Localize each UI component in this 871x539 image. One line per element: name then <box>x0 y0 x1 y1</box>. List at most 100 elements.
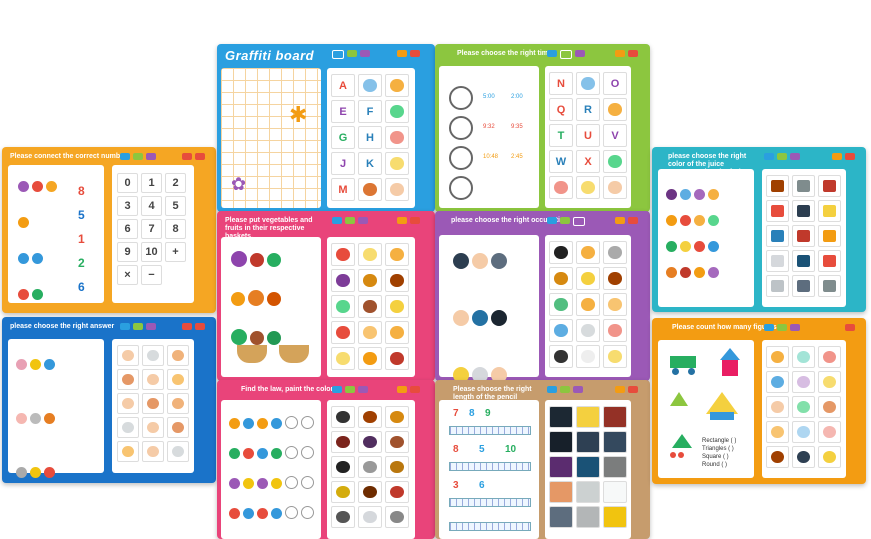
vehicle-tile[interactable] <box>792 250 815 272</box>
vehicle-tile[interactable] <box>818 250 841 272</box>
person-tile[interactable] <box>167 393 189 414</box>
instrument-tile[interactable] <box>331 481 355 503</box>
instrument-tile[interactable] <box>358 406 382 428</box>
letter-tile[interactable] <box>603 150 627 173</box>
scene-tile[interactable] <box>603 456 627 478</box>
letter-tile[interactable]: N <box>549 72 573 95</box>
toy-tile[interactable] <box>792 421 815 443</box>
toy-tile[interactable] <box>818 396 841 418</box>
letter-tile[interactable]: R <box>576 98 600 121</box>
scene-tile[interactable] <box>549 406 573 428</box>
instrument-tile[interactable] <box>385 481 409 503</box>
toy-tile[interactable] <box>792 346 815 368</box>
book-graffiti[interactable]: Graffiti board ✱ ✿ A E F G H J K M <box>217 44 435 212</box>
book-count[interactable]: Please connect the correct number 8 5 1 … <box>2 147 216 313</box>
instrument-tile[interactable] <box>385 406 409 428</box>
animal-tile[interactable] <box>576 319 600 342</box>
instrument-tile[interactable] <box>331 406 355 428</box>
number-tile[interactable]: 5 <box>165 196 186 216</box>
ruler-number[interactable]: 3 <box>453 480 459 491</box>
person-tile[interactable] <box>142 369 164 390</box>
vehicle-tile[interactable] <box>792 225 815 247</box>
number-tile[interactable]: 10 <box>141 242 162 262</box>
time-option[interactable]: 9:32 <box>483 124 495 130</box>
vehicle-tile[interactable] <box>766 225 789 247</box>
letter-tile[interactable] <box>603 98 627 121</box>
person-tile[interactable] <box>142 345 164 366</box>
instrument-tile[interactable] <box>331 431 355 453</box>
letter-tile[interactable] <box>385 152 409 175</box>
animal-tile[interactable] <box>576 241 600 264</box>
number-tile[interactable]: 3 <box>117 196 138 216</box>
letter-tile[interactable]: G <box>331 126 355 149</box>
instrument-tile[interactable] <box>358 506 382 528</box>
scene-tile[interactable] <box>576 456 600 478</box>
animal-tile[interactable] <box>549 241 573 264</box>
fruit-tile[interactable] <box>331 295 355 318</box>
animal-tile[interactable] <box>549 293 573 316</box>
letter-tile[interactable] <box>385 100 409 123</box>
person-tile[interactable] <box>117 417 139 438</box>
animal-tile[interactable] <box>576 267 600 290</box>
time-option[interactable]: 2:45 <box>511 154 523 160</box>
person-tile[interactable] <box>117 345 139 366</box>
toy-tile[interactable] <box>766 421 789 443</box>
book-length[interactable]: Please choose the right length of the pe… <box>435 380 650 539</box>
vehicle-tile[interactable] <box>818 175 841 197</box>
vehicle-tile[interactable] <box>766 175 789 197</box>
animal-tile[interactable] <box>549 267 573 290</box>
letter-tile[interactable]: X <box>576 150 600 173</box>
fruit-tile[interactable] <box>331 347 355 370</box>
instrument-tile[interactable] <box>331 456 355 478</box>
number-tile[interactable]: 4 <box>141 196 162 216</box>
fruit-tile[interactable] <box>331 269 355 292</box>
scene-tile[interactable] <box>603 506 627 528</box>
book-answer[interactable]: please choose the right answer <box>2 317 216 483</box>
fruit-tile[interactable] <box>385 295 409 318</box>
fruit-tile[interactable] <box>358 295 382 318</box>
book-juice[interactable]: please choose the right color of the jui… <box>652 147 866 312</box>
letter-tile[interactable] <box>576 72 600 95</box>
letter-tile[interactable]: E <box>331 100 355 123</box>
person-tile[interactable] <box>167 441 189 462</box>
ruler-number[interactable]: 7 <box>453 408 459 419</box>
fruit-tile[interactable] <box>385 347 409 370</box>
letter-tile[interactable] <box>603 176 627 199</box>
book-occupation[interactable]: please choose the right occupation <box>435 211 650 381</box>
scene-tile[interactable] <box>549 456 573 478</box>
person-tile[interactable] <box>142 441 164 462</box>
toy-tile[interactable] <box>792 446 815 468</box>
scene-tile[interactable] <box>576 431 600 453</box>
fruit-tile[interactable] <box>331 321 355 344</box>
fruit-tile[interactable] <box>358 347 382 370</box>
scene-tile[interactable] <box>576 506 600 528</box>
scene-tile[interactable] <box>549 431 573 453</box>
toy-tile[interactable] <box>766 346 789 368</box>
instrument-tile[interactable] <box>358 481 382 503</box>
time-option[interactable]: 9:35 <box>511 124 523 130</box>
person-tile[interactable] <box>117 369 139 390</box>
toy-tile[interactable] <box>792 371 815 393</box>
instrument-tile[interactable] <box>385 456 409 478</box>
animal-tile[interactable] <box>603 267 627 290</box>
scene-tile[interactable] <box>576 406 600 428</box>
instrument-tile[interactable] <box>331 506 355 528</box>
instrument-tile[interactable] <box>358 456 382 478</box>
instrument-tile[interactable] <box>358 431 382 453</box>
number-tile[interactable]: + <box>165 242 186 262</box>
fruit-tile[interactable] <box>358 321 382 344</box>
letter-tile[interactable]: W <box>549 150 573 173</box>
fruit-tile[interactable] <box>358 269 382 292</box>
vehicle-tile[interactable] <box>766 275 789 297</box>
fruit-tile[interactable] <box>385 269 409 292</box>
person-tile[interactable] <box>117 393 139 414</box>
vehicle-tile[interactable] <box>792 200 815 222</box>
book-shapes[interactable]: Please count how many figures Rectangle … <box>652 318 866 484</box>
ruler-number[interactable]: 9 <box>485 408 491 419</box>
ruler-number[interactable]: 10 <box>505 444 516 455</box>
person-tile[interactable] <box>117 441 139 462</box>
scene-tile[interactable] <box>549 481 573 503</box>
toy-tile[interactable] <box>766 396 789 418</box>
toy-tile[interactable] <box>818 346 841 368</box>
ruler-number[interactable]: 5 <box>479 444 485 455</box>
